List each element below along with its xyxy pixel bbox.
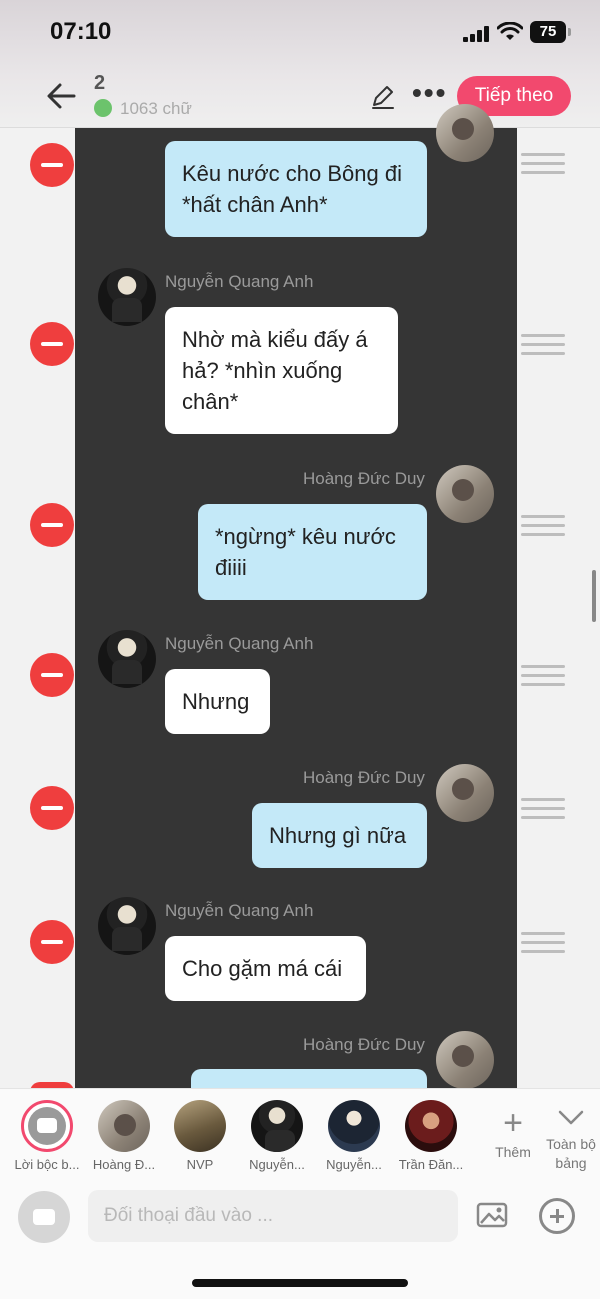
- avatar: [98, 1100, 150, 1152]
- sender-name: Hoàng Đức Duy: [303, 469, 425, 488]
- delete-message-button[interactable]: [30, 143, 74, 187]
- character-narration[interactable]: Lời bộc b...: [12, 1100, 82, 1172]
- message-bubble[interactable]: Nhờ mà kiểu đấy á hả? *nhìn xuống chân*: [165, 307, 398, 434]
- show-all-button[interactable]: Toàn bộ bảng: [540, 1104, 600, 1173]
- character-item[interactable]: Nguyễn...: [242, 1100, 312, 1172]
- add-circle-icon[interactable]: [539, 1198, 575, 1234]
- drag-handle-icon[interactable]: [521, 515, 565, 537]
- sender-name: Nguyễn Quang Anh: [165, 901, 314, 920]
- sender-name: Hoàng Đức Duy: [303, 768, 425, 787]
- status-time: 07:10: [50, 18, 112, 45]
- drag-handle-icon[interactable]: [521, 932, 565, 954]
- avatar: [98, 268, 156, 326]
- drag-handle-icon[interactable]: [521, 665, 565, 687]
- avatar: [405, 1100, 457, 1152]
- sender-name: Nguyễn Quang Anh: [165, 272, 314, 291]
- avatar: [98, 630, 156, 688]
- back-arrow-icon[interactable]: [44, 80, 78, 112]
- avatar: [251, 1100, 303, 1152]
- word-count-label: 1063 chữ: [120, 99, 192, 118]
- show-all-label: Toàn bộ bảng: [546, 1136, 596, 1171]
- chevron-down-icon: [558, 1110, 584, 1125]
- home-indicator: [192, 1279, 408, 1287]
- message-bubble[interactable]: *ngừng* kêu nước điiii: [198, 504, 427, 600]
- check-icon: [94, 99, 112, 117]
- avatar: [436, 104, 494, 162]
- top-bar: 07:10 75 2 1063 chữ ••• Tiếp theo: [0, 0, 600, 128]
- avatar: [328, 1100, 380, 1152]
- character-name: NVP: [186, 1157, 214, 1172]
- screen: 07:10 75 2 1063 chữ ••• Tiếp theo Kêu nư…: [0, 0, 600, 1299]
- character-item[interactable]: Nguyễn...: [319, 1100, 389, 1172]
- avatar: [436, 764, 494, 822]
- pencil-icon[interactable]: [369, 83, 397, 111]
- add-character-button[interactable]: + Thêm: [488, 1104, 538, 1160]
- scrollbar[interactable]: [592, 570, 596, 622]
- character-item[interactable]: Hoàng Đ...: [89, 1100, 159, 1172]
- more-dots-icon[interactable]: •••: [412, 79, 445, 110]
- character-item[interactable]: Trần Đăn...: [396, 1100, 466, 1172]
- episode-number: 2: [94, 72, 106, 94]
- narration-toggle-button[interactable]: [18, 1191, 70, 1243]
- image-icon[interactable]: [476, 1201, 508, 1229]
- delete-message-button[interactable]: [30, 653, 74, 697]
- message-bubble[interactable]: Nhưng: [165, 669, 270, 734]
- character-name: Hoàng Đ...: [92, 1157, 156, 1172]
- message-bubble[interactable]: Cho gặm má cái: [165, 936, 366, 1001]
- avatar: [174, 1100, 226, 1152]
- message-input[interactable]: [88, 1190, 458, 1242]
- delete-message-button[interactable]: [30, 786, 74, 830]
- sender-name: Nguyễn Quang Anh: [165, 634, 314, 653]
- signal-icon: [463, 26, 489, 42]
- avatar: [436, 1031, 494, 1089]
- plus-icon: +: [503, 1104, 523, 1142]
- wifi-icon: [497, 22, 523, 40]
- avatar: [436, 465, 494, 523]
- character-name: Nguyễn...: [326, 1157, 382, 1172]
- character-name: Lời bộc b...: [14, 1157, 80, 1172]
- word-count: 1063 chữ: [94, 99, 192, 119]
- sender-name: Hoàng Đức Duy: [303, 1035, 425, 1054]
- delete-message-button[interactable]: [30, 322, 74, 366]
- delete-message-button[interactable]: [30, 503, 74, 547]
- message-bubble[interactable]: Nhưng gì nữa: [252, 803, 427, 868]
- character-name: Nguyễn...: [249, 1157, 305, 1172]
- character-name: Trần Đăn...: [398, 1157, 464, 1172]
- avatar: [98, 897, 156, 955]
- message-bubble[interactable]: Kêu nước cho Bông đi *hất chân Anh*: [165, 141, 427, 237]
- add-character-label: Thêm: [495, 1144, 531, 1160]
- drag-handle-icon[interactable]: [521, 334, 565, 356]
- character-item[interactable]: NVP: [165, 1100, 235, 1172]
- narration-icon: [21, 1100, 73, 1152]
- drag-handle-icon[interactable]: [521, 153, 565, 175]
- delete-message-button[interactable]: [30, 920, 74, 964]
- drag-handle-icon[interactable]: [521, 798, 565, 820]
- battery-indicator: 75: [530, 21, 571, 43]
